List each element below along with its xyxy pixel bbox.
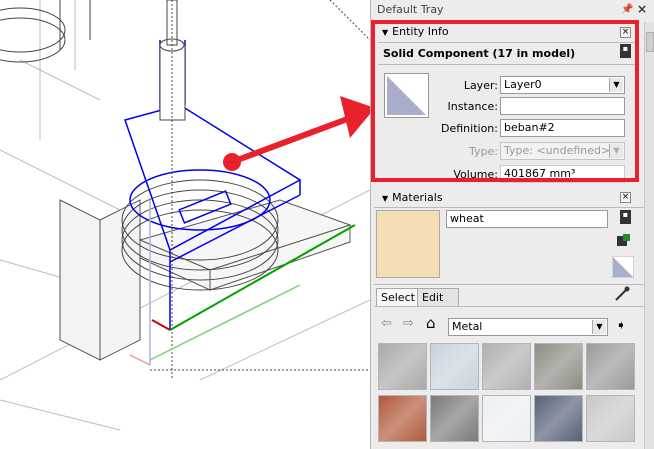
material-texture-metal-8[interactable]	[482, 395, 531, 442]
material-texture-metal-9[interactable]	[534, 395, 583, 442]
divider	[378, 64, 636, 65]
layer-select[interactable]: Layer0 ▼	[500, 76, 625, 94]
volume-label: Volume:	[453, 168, 498, 181]
material-texture-metal-7[interactable]	[430, 395, 479, 442]
details-icon[interactable]: ▪	[620, 44, 631, 58]
create-material-icon[interactable]	[614, 232, 632, 250]
divider	[374, 306, 644, 307]
chevron-down-icon: ▼	[609, 144, 623, 158]
definition-label: Definition:	[441, 122, 498, 135]
tab-edit[interactable]: Edit	[417, 288, 459, 306]
tab-select[interactable]: Select	[376, 288, 420, 306]
material-texture-metal-1[interactable]	[378, 343, 427, 390]
material-texture-metal-5[interactable]	[586, 343, 635, 390]
forward-icon[interactable]: ⇨	[403, 316, 414, 331]
entity-info-header[interactable]: ▼ Entity Info	[382, 24, 622, 40]
divider	[374, 207, 644, 208]
model-viewport[interactable]	[0, 0, 370, 449]
chevron-down-icon[interactable]: ▼	[609, 78, 623, 92]
details-icon[interactable]: ➧	[616, 318, 626, 332]
scrollbar[interactable]	[644, 22, 654, 449]
definition-input[interactable]: beban#2	[500, 119, 625, 137]
volume-value: 401867 mm³	[500, 165, 625, 183]
materials-header[interactable]: ▼ Materials	[382, 190, 622, 206]
instance-label: Instance:	[447, 100, 499, 113]
material-swatch	[376, 210, 440, 278]
divider	[378, 42, 636, 43]
material-texture-metal-2[interactable]	[430, 343, 479, 390]
component-preview-icon	[384, 73, 429, 118]
details-icon[interactable]: ▪	[620, 210, 631, 224]
layer-label: Layer:	[463, 79, 498, 92]
close-icon[interactable]: ×	[637, 2, 647, 16]
close-icon[interactable]: ×	[620, 192, 631, 203]
tray-title: Default Tray	[377, 3, 444, 16]
back-icon[interactable]: ⇦	[381, 316, 392, 331]
close-icon[interactable]: ×	[620, 27, 631, 38]
material-texture-metal-3[interactable]	[482, 343, 531, 390]
collapse-triangle-icon[interactable]: ▼	[382, 191, 388, 207]
material-name-input[interactable]: wheat	[446, 210, 608, 228]
collapse-triangle-icon[interactable]: ▼	[382, 25, 388, 41]
scrollbar-thumb[interactable]	[646, 32, 654, 52]
home-icon[interactable]: ⌂	[426, 314, 436, 332]
instance-input[interactable]	[500, 97, 625, 115]
default-material-icon[interactable]	[611, 255, 635, 279]
entity-heading: Solid Component (17 in model)	[383, 47, 576, 60]
type-select: Type: <undefined> ▼	[500, 142, 625, 160]
chevron-down-icon[interactable]: ▼	[592, 320, 606, 334]
material-texture-metal-10[interactable]	[586, 395, 635, 442]
type-label: Type:	[469, 145, 498, 158]
material-texture-metal-4[interactable]	[534, 343, 583, 390]
material-texture-metal-6[interactable]	[378, 395, 427, 442]
pin-icon[interactable]: 📌	[621, 4, 633, 15]
library-select[interactable]: Metal ▼	[448, 318, 608, 336]
eyedropper-icon[interactable]	[614, 286, 630, 302]
callout-arrow	[223, 96, 370, 171]
divider	[374, 284, 644, 285]
